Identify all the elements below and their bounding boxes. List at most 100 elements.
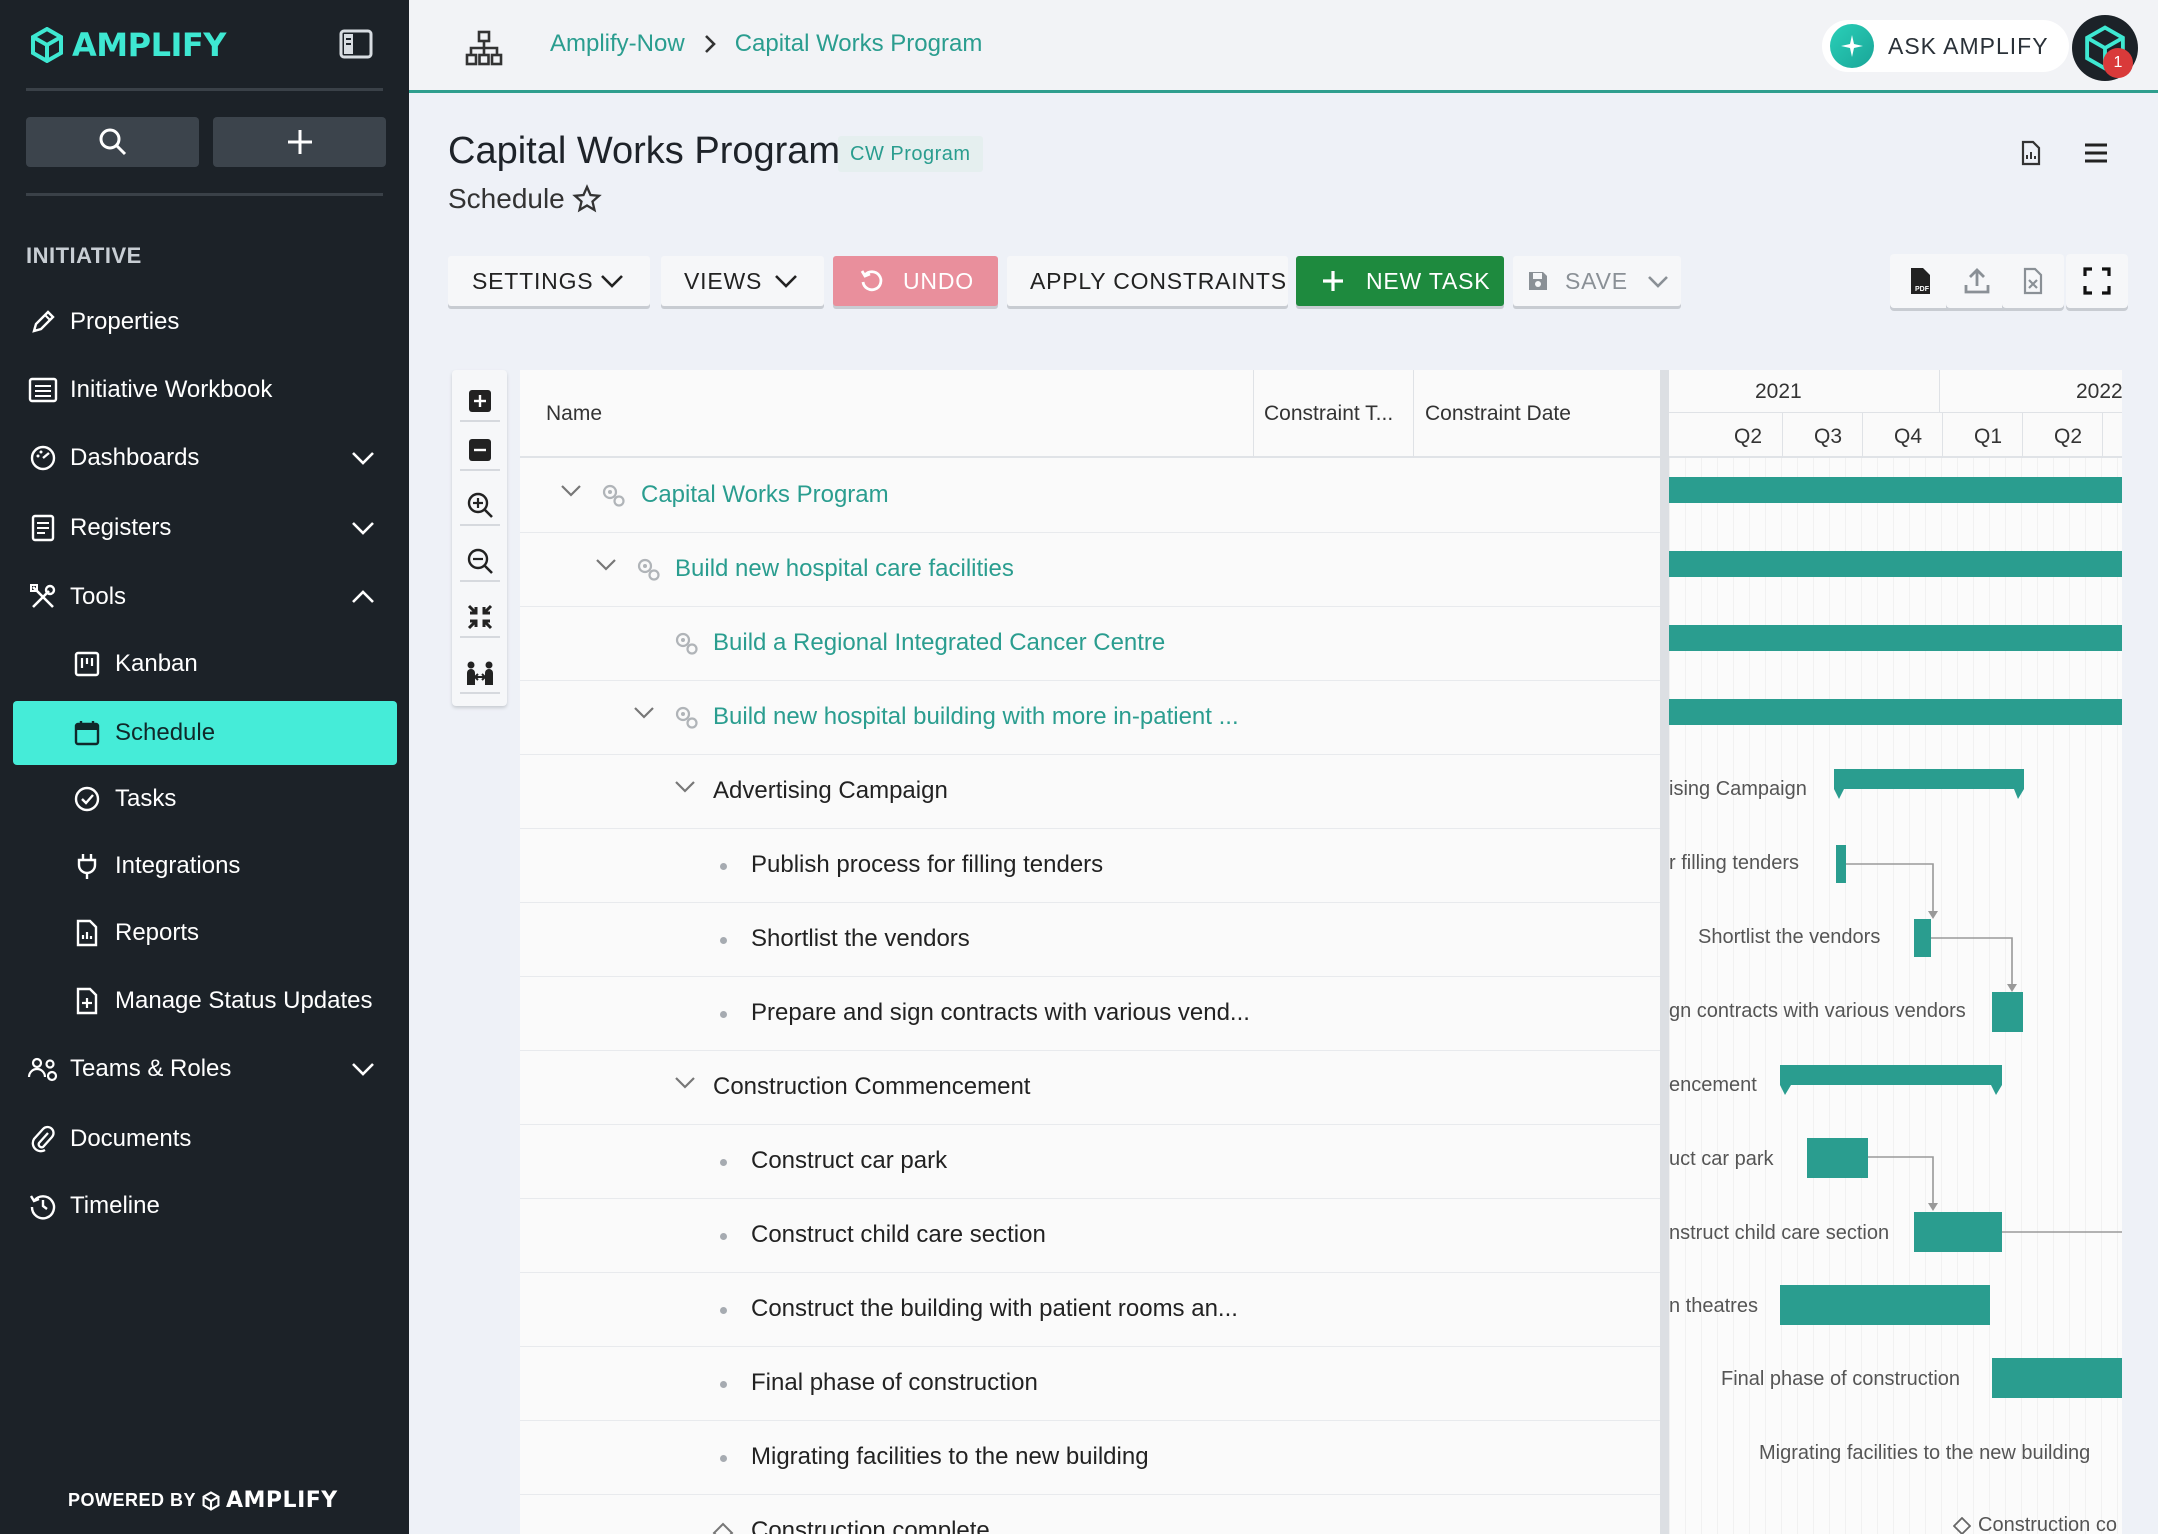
gantt-bar-task[interactable]	[1780, 1285, 1990, 1325]
export-pdf-icon[interactable]: PDF	[1890, 254, 1952, 308]
task-name[interactable]: Migrating facilities to the new building	[751, 1443, 1149, 1471]
column-divider[interactable]	[1413, 370, 1414, 458]
chevron-down-icon[interactable]	[633, 706, 655, 720]
task-name[interactable]: Advertising Campaign	[713, 777, 948, 805]
task-name[interactable]: Construction Commencement	[713, 1073, 1030, 1101]
grid-header: Name Constraint T... Constraint Date	[520, 370, 1660, 458]
gantt-bar-task[interactable]	[1992, 1358, 2122, 1398]
table-row[interactable]: Build a Regional Integrated Cancer Centr…	[520, 607, 1660, 681]
panel-toggle-icon[interactable]	[338, 28, 374, 60]
sidebar: AMPLIFY INITIATIVE Properties Initiative…	[0, 0, 409, 1534]
sidebar-item-documents[interactable]: Documents	[13, 1109, 397, 1169]
export-excel-icon[interactable]	[2002, 254, 2064, 308]
task-name[interactable]: Prepare and sign contracts with various …	[751, 999, 1250, 1027]
pencil-icon	[27, 306, 59, 338]
save-label: SAVE	[1565, 267, 1628, 294]
gantt-bar-task[interactable]	[1914, 1212, 2002, 1252]
sidebar-item-reports[interactable]: Reports	[13, 903, 397, 963]
table-row[interactable]: Final phase of construction	[520, 1347, 1660, 1421]
views-dropdown[interactable]: VIEWS	[661, 256, 824, 306]
hierarchy-icon[interactable]	[459, 28, 509, 68]
table-row[interactable]: Construct the building with patient room…	[520, 1273, 1660, 1347]
zoom-to-fit-button[interactable]	[460, 598, 500, 638]
grid-splitter[interactable]	[1660, 370, 1669, 1534]
page-subtitle: Schedule	[448, 183, 565, 214]
critical-path-button[interactable]	[460, 654, 500, 694]
chevron-down-icon[interactable]	[674, 780, 696, 794]
table-row[interactable]: Prepare and sign contracts with various …	[520, 977, 1660, 1051]
task-name[interactable]: Construct car park	[751, 1147, 947, 1175]
column-header-constraint-date[interactable]: Constraint Date	[1425, 402, 1571, 426]
app-logo[interactable]: AMPLIFY	[30, 26, 226, 64]
sidebar-item-tasks[interactable]: Tasks	[13, 769, 397, 829]
table-row[interactable]: Construct child care section	[520, 1199, 1660, 1273]
sidebar-item-integrations[interactable]: Integrations	[13, 836, 397, 896]
gantt-bar-label: Final phase of construction	[1721, 1368, 1961, 1390]
search-button[interactable]	[26, 117, 199, 167]
task-name[interactable]: Publish process for filling tenders	[751, 851, 1103, 879]
sidebar-item-timeline[interactable]: Timeline	[13, 1176, 397, 1236]
task-name[interactable]: Build new hospital building with more in…	[713, 703, 1239, 731]
task-name[interactable]: Construct the building with patient room…	[751, 1295, 1238, 1323]
breadcrumb-item[interactable]: Amplify-Now	[550, 30, 685, 58]
compress-icon	[467, 604, 493, 630]
gantt-bar-group[interactable]	[1780, 1065, 2005, 1105]
sidebar-item-teams-roles[interactable]: Teams & Roles	[13, 1039, 397, 1099]
settings-dropdown[interactable]: SETTINGS	[448, 256, 650, 306]
column-divider[interactable]	[1253, 370, 1254, 458]
table-row[interactable]: Construct car park	[520, 1125, 1660, 1199]
chevron-down-icon[interactable]	[560, 484, 582, 498]
apply-constraints-button[interactable]: APPLY CONSTRAINTS	[1007, 256, 1288, 306]
upload-icon[interactable]	[1946, 254, 2008, 308]
undo-button[interactable]: UNDO	[833, 256, 998, 306]
task-name[interactable]: Construction complete	[751, 1517, 990, 1534]
ask-amplify-button[interactable]: ASK AMPLIFY	[1822, 20, 2069, 72]
column-header-name[interactable]: Name	[546, 402, 602, 426]
collapse-all-button[interactable]	[460, 431, 500, 471]
chevron-down-icon[interactable]	[674, 1076, 696, 1090]
table-row[interactable]: Construction complete	[520, 1495, 1660, 1534]
sidebar-item-label: Dashboards	[70, 444, 200, 471]
sidebar-item-kanban[interactable]: Kanban	[13, 634, 397, 694]
table-row[interactable]: Advertising Campaign	[520, 755, 1660, 829]
sidebar-item-schedule[interactable]: Schedule	[13, 701, 397, 765]
menu-icon[interactable]	[2083, 142, 2109, 164]
table-row[interactable]: Shortlist the vendors	[520, 903, 1660, 977]
task-name[interactable]: Build new hospital care facilities	[675, 555, 1014, 583]
new-task-button[interactable]: NEW TASK	[1296, 256, 1504, 306]
task-name[interactable]: Construct child care section	[751, 1221, 1046, 1249]
table-row[interactable]: Build new hospital care facilities	[520, 533, 1660, 607]
sidebar-item-dashboards[interactable]: Dashboards	[13, 428, 397, 488]
task-name[interactable]: Capital Works Program	[641, 481, 889, 509]
sidebar-item-initiative-workbook[interactable]: Initiative Workbook	[13, 360, 397, 420]
sidebar-item-manage-status-updates[interactable]: Manage Status Updates	[13, 971, 397, 1031]
sidebar-item-label: Integrations	[115, 852, 241, 879]
zoom-in-button[interactable]	[460, 486, 500, 526]
table-row[interactable]: Capital Works Program	[520, 459, 1660, 533]
column-header-constraint-type[interactable]: Constraint T...	[1264, 402, 1393, 426]
task-name[interactable]: Build a Regional Integrated Cancer Centr…	[713, 629, 1165, 657]
fullscreen-icon[interactable]	[2066, 254, 2128, 308]
sidebar-item-registers[interactable]: Registers	[13, 498, 397, 558]
page-title: Capital Works Program	[448, 130, 841, 172]
chevron-down-icon[interactable]	[595, 558, 617, 572]
table-row[interactable]: Migrating facilities to the new building	[520, 1421, 1660, 1495]
sidebar-item-label: Documents	[70, 1125, 192, 1152]
favorite-star-icon[interactable]	[572, 184, 602, 214]
task-name[interactable]: Final phase of construction	[751, 1369, 1038, 1397]
table-row[interactable]: Publish process for filling tenders	[520, 829, 1660, 903]
sidebar-item-properties[interactable]: Properties	[13, 292, 397, 352]
save-button[interactable]: SAVE	[1513, 256, 1681, 306]
document-icon[interactable]	[2020, 140, 2042, 166]
zoom-out-button[interactable]	[460, 542, 500, 582]
sidebar-item-tools[interactable]: Tools	[13, 567, 397, 627]
table-row[interactable]: Construction Commencement	[520, 1051, 1660, 1125]
task-name[interactable]: Shortlist the vendors	[751, 925, 970, 953]
gantt-bar-task[interactable]	[1807, 1138, 1868, 1178]
breadcrumb-item[interactable]: Capital Works Program	[735, 30, 983, 58]
ask-amplify-label: ASK AMPLIFY	[1888, 32, 2049, 59]
add-button[interactable]	[213, 117, 386, 167]
gears-icon	[599, 482, 627, 508]
table-row[interactable]: Build new hospital building with more in…	[520, 681, 1660, 755]
expand-all-button[interactable]	[460, 382, 500, 422]
